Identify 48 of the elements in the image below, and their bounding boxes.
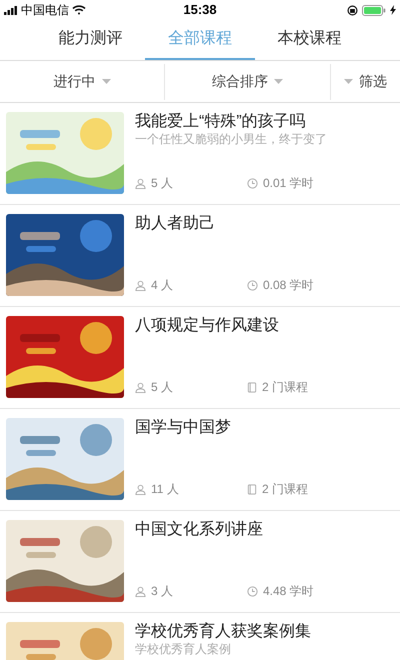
course-item[interactable]: 八项规定与作风建设 5 人 2 门课程 — [0, 307, 400, 409]
clock-icon — [247, 178, 258, 188]
learner-count: 4 人 — [151, 277, 174, 294]
battery-icon — [362, 4, 386, 16]
signal-icon — [4, 6, 18, 14]
course-item[interactable]: 中国文化系列讲座 3 人 4.48 学时 — [0, 511, 400, 613]
clock-icon — [247, 586, 258, 596]
learner-count: 3 人 — [151, 583, 174, 600]
tab[interactable]: 能力测评 — [36, 20, 146, 60]
course-subtitle: 学校优秀育人案例 — [135, 642, 232, 657]
dropdown-button[interactable]: 综合排序 — [212, 71, 283, 92]
rotation-lock-icon — [347, 4, 358, 16]
course-item[interactable]: 国学与中国梦 11 人 2 门课程 — [0, 409, 400, 511]
caret-icon — [344, 79, 353, 84]
course-title: 八项规定与作风建设 — [135, 316, 280, 335]
course-title: 我能爱上“特殊”的孩子吗 — [135, 112, 307, 131]
book-icon — [247, 484, 257, 494]
course-title: 助人者助己 — [135, 214, 216, 233]
study-hours: 0.08 学时 — [263, 277, 314, 294]
learner-count: 11 人 — [151, 481, 179, 498]
course-title: 中国文化系列讲座 — [135, 520, 264, 539]
course-item[interactable]: 我能爱上“特殊”的孩子吗 一个任性又脆弱的小男生，终于变了 5 人 0.01 学时 — [0, 103, 400, 205]
caret-icon — [274, 79, 283, 84]
person-icon — [135, 586, 146, 596]
course-count: 2 门课程 — [262, 379, 308, 396]
course-subtitle: 一个任性又脆弱的小男生，终于变了 — [135, 132, 328, 147]
learner-count: 5 人 — [151, 175, 174, 192]
study-hours: 0.01 学时 — [263, 175, 314, 192]
person-icon — [135, 484, 146, 494]
course-item[interactable]: 学校优秀育人获奖案例集 学校优秀育人案例 — [0, 613, 400, 660]
course-item[interactable]: 助人者助己 4 人 0.08 学时 — [0, 205, 400, 307]
course-title: 学校优秀育人获奖案例集 — [135, 622, 312, 641]
tab[interactable]: 本校课程 — [254, 20, 364, 60]
course-title: 国学与中国梦 — [135, 418, 232, 437]
carrier-name: 中国电信 — [21, 2, 69, 19]
person-icon — [135, 178, 146, 188]
filter-button[interactable]: 筛选 — [344, 71, 387, 92]
person-icon — [135, 280, 146, 290]
clock-icon — [247, 280, 258, 290]
person-icon — [135, 382, 146, 392]
clock-time: 15:38 — [183, 1, 217, 20]
dropdown-button[interactable]: 进行中 — [54, 71, 110, 92]
course-count: 2 门课程 — [262, 481, 308, 498]
wifi-icon — [72, 5, 86, 15]
learner-count: 5 人 — [151, 379, 174, 396]
caret-icon — [102, 79, 110, 84]
book-icon — [247, 382, 257, 392]
study-hours: 4.48 学时 — [263, 583, 314, 600]
